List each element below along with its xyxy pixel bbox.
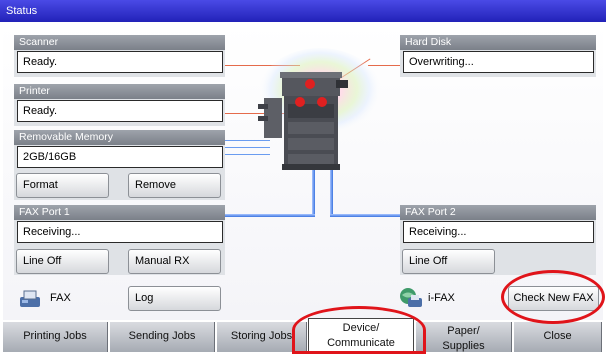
connector-fax1-h xyxy=(225,214,315,217)
close-button[interactable]: Close xyxy=(514,322,602,352)
log-button[interactable]: Log xyxy=(128,286,221,311)
scanner-status: Ready. xyxy=(17,51,223,73)
title-bar: Status xyxy=(0,0,606,22)
memory-value: 2GB/16GB xyxy=(17,146,223,168)
fax-port2-label: FAX Port 2 xyxy=(400,205,596,220)
tab-printing-jobs[interactable]: Printing Jobs xyxy=(3,322,108,352)
tab-storing-jobs[interactable]: Storing Jobs xyxy=(217,322,307,352)
tab-sending-jobs[interactable]: Sending Jobs xyxy=(110,322,215,352)
fax-icon xyxy=(20,290,40,307)
fax-port2-line-off-button[interactable]: Line Off xyxy=(402,249,495,274)
fax-port2-status: Receiving... xyxy=(403,221,594,243)
printer-status: Ready. xyxy=(17,100,223,122)
ifax-icon xyxy=(400,288,422,307)
printer-label: Printer xyxy=(14,84,225,99)
remove-button[interactable]: Remove xyxy=(128,173,221,198)
scanner-label: Scanner xyxy=(14,35,225,50)
fax-port1-label: FAX Port 1 xyxy=(14,205,225,220)
connector-fax2-v xyxy=(330,168,333,216)
fax-port1-status: Receiving... xyxy=(17,221,223,243)
tab-paper-supplies[interactable]: Paper/Supplies xyxy=(416,322,512,352)
ifax-label: i-FAX xyxy=(428,292,455,304)
mfp-device-illustration xyxy=(258,48,382,170)
manual-rx-button[interactable]: Manual RX xyxy=(128,249,221,274)
status-screen: Status Scanner Ready. Printer Ready. Rem… xyxy=(0,0,606,354)
connector-fax2-h xyxy=(330,214,402,217)
tab-device-communicate[interactable]: Device/Communicate xyxy=(308,318,414,352)
harddisk-label: Hard Disk xyxy=(400,35,596,50)
fax-port1-line-off-button[interactable]: Line Off xyxy=(16,249,109,274)
fax-label: FAX xyxy=(50,292,71,304)
memory-label: Removable Memory xyxy=(14,130,225,145)
connector-fax1-v xyxy=(312,168,315,216)
check-new-fax-button[interactable]: Check New FAX xyxy=(508,286,599,311)
format-button[interactable]: Format xyxy=(16,173,109,198)
screen-title: Status xyxy=(6,5,38,17)
harddisk-status: Overwriting... xyxy=(403,51,594,73)
